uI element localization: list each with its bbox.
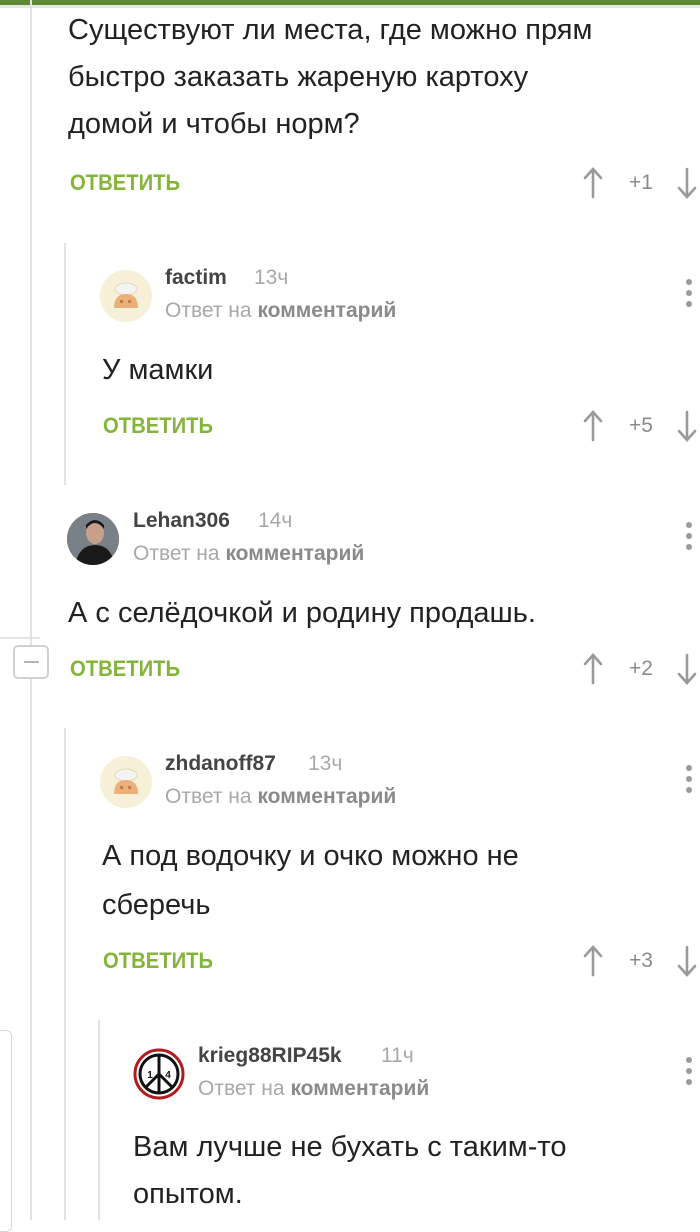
more-options-icon[interactable] — [686, 1057, 694, 1089]
comment-text-krieg88rip45k-line-1: Вам лучше не бухать с таким-то — [133, 1131, 567, 1163]
score-lehan306: +2 — [629, 657, 653, 680]
downvote-arrow-icon[interactable] — [677, 653, 697, 685]
reply-button-factim[interactable]: ОТВЕТИТЬ — [103, 413, 213, 439]
thread-line-root[interactable] — [30, 0, 32, 645]
username-zhdanoff87[interactable]: zhdanoff87 — [165, 752, 276, 776]
chef-hat-icon — [114, 768, 138, 794]
minus-icon — [24, 661, 39, 663]
reply-meta-prefix: Ответ на — [165, 785, 252, 808]
upvote-arrow-icon[interactable] — [583, 167, 603, 199]
reply-meta-prefix: Ответ на — [133, 542, 220, 565]
more-options-icon[interactable] — [686, 522, 694, 554]
reply-meta-lehan306: Ответ на комментарий — [133, 542, 364, 566]
comment-text-krieg88rip45k-line-2: опытом. — [133, 1178, 243, 1210]
score-root: +1 — [629, 171, 653, 194]
comment-text-factim: У мамки — [102, 354, 214, 386]
score-zhdanoff87: +3 — [629, 949, 653, 972]
reply-meta-factim: Ответ на комментарий — [165, 299, 396, 323]
avatar-lehan306[interactable] — [67, 513, 119, 565]
side-card-edge — [0, 1030, 12, 1232]
timestamp-factim: 13ч — [254, 266, 289, 289]
upvote-arrow-icon[interactable] — [583, 945, 603, 977]
thread-line-level2[interactable] — [98, 1020, 100, 1220]
username-lehan306[interactable]: Lehan306 — [133, 509, 230, 533]
downvote-arrow-icon[interactable] — [677, 945, 697, 977]
upvote-arrow-icon[interactable] — [583, 410, 603, 442]
username-factim[interactable]: factim — [165, 266, 227, 290]
more-options-icon[interactable] — [686, 765, 694, 797]
reply-button-root[interactable]: ОТВЕТИТЬ — [70, 170, 180, 196]
reply-meta-zhdanoff87: Ответ на комментарий — [165, 785, 396, 809]
collapse-thread-button[interactable] — [13, 645, 49, 679]
thread-connector — [0, 637, 40, 639]
root-comment-line-3: домой и чтобы норм? — [68, 108, 360, 140]
peace-sign-icon: 1 4 — [133, 1048, 185, 1100]
comment-text-lehan306: А с селёдочкой и родину продашь. — [68, 597, 536, 629]
reply-meta-krieg88rip45k: Ответ на комментарий — [198, 1077, 429, 1101]
avatar-digit-left: 1 — [147, 1070, 153, 1081]
comment-text-zhdanoff87-line-1: А под водочку и очко можно не — [102, 840, 519, 872]
avatar-factim[interactable] — [100, 270, 152, 322]
avatar-krieg88rip45k[interactable]: 1 4 — [133, 1048, 185, 1100]
downvote-arrow-icon[interactable] — [677, 410, 697, 442]
reply-meta-link[interactable]: комментарий — [257, 785, 396, 808]
user-photo-icon — [67, 513, 119, 565]
timestamp-lehan306: 14ч — [258, 509, 293, 532]
reply-meta-prefix: Ответ на — [198, 1077, 285, 1100]
reply-meta-link[interactable]: комментарий — [225, 542, 364, 565]
score-factim: +5 — [629, 414, 653, 437]
reply-button-zhdanoff87[interactable]: ОТВЕТИТЬ — [103, 948, 213, 974]
timestamp-krieg88rip45k: 11ч — [381, 1044, 414, 1067]
username-krieg88rip45k[interactable]: krieg88RIP45k — [198, 1044, 342, 1068]
root-comment-line-2: быстро заказать жареную картоху — [68, 61, 529, 93]
comment-text-zhdanoff87-line-2: сберечь — [102, 889, 211, 921]
avatar-zhdanoff87[interactable] — [100, 756, 152, 808]
downvote-arrow-icon[interactable] — [677, 167, 697, 199]
thread-line-root-lower[interactable] — [30, 679, 32, 1220]
root-comment-line-1: Существуют ли места, где можно прям — [68, 14, 593, 46]
timestamp-zhdanoff87: 13ч — [308, 752, 343, 775]
more-options-icon[interactable] — [686, 279, 694, 311]
reply-button-lehan306[interactable]: ОТВЕТИТЬ — [70, 656, 180, 682]
reply-meta-prefix: Ответ на — [165, 299, 252, 322]
reply-meta-link[interactable]: комментарий — [290, 1077, 429, 1100]
upvote-arrow-icon[interactable] — [583, 653, 603, 685]
thread-line-level1b[interactable] — [64, 728, 66, 1220]
thread-line-level1[interactable] — [64, 243, 66, 485]
avatar-digit-right: 4 — [165, 1070, 171, 1081]
chef-hat-icon — [114, 282, 138, 308]
reply-meta-link[interactable]: комментарий — [257, 299, 396, 322]
